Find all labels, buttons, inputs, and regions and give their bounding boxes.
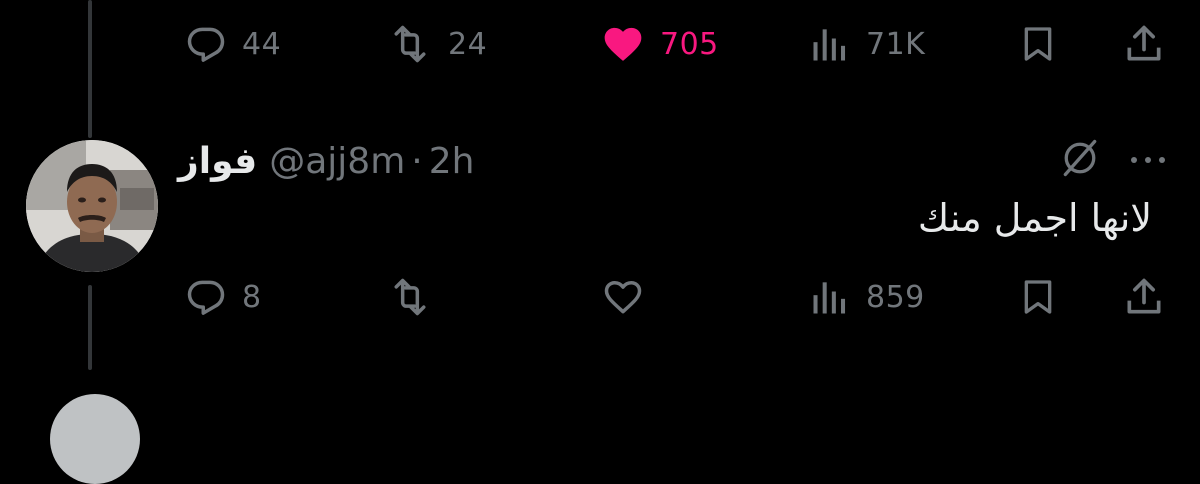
thread-line-bottom (88, 285, 92, 370)
retweet-icon (394, 278, 426, 316)
share-icon (1127, 278, 1161, 314)
handle[interactable]: @ajj8m (269, 141, 405, 182)
tweet-header: فواز @ajj8m · 2h (178, 136, 474, 186)
retweet-icon (394, 25, 426, 63)
views-count: 71K (866, 26, 926, 62)
retweet-button[interactable] (386, 267, 448, 327)
grok-icon[interactable] (1058, 136, 1102, 180)
next-reply-avatar[interactable] (50, 394, 140, 484)
like-button[interactable]: 705 (600, 14, 719, 74)
share-button[interactable] (1122, 14, 1166, 74)
heart-icon (604, 280, 642, 314)
bookmark-button[interactable] (1018, 14, 1058, 74)
tweet-text: لانها اجمل منك (917, 196, 1152, 240)
timestamp[interactable]: 2h (429, 141, 475, 182)
reply-count: 8 (242, 279, 262, 315)
share-icon (1127, 25, 1161, 61)
display-name[interactable]: فواز (178, 141, 257, 182)
like-button[interactable] (600, 267, 660, 327)
views-button[interactable]: 71K (808, 14, 925, 74)
more-icon[interactable] (1124, 148, 1172, 172)
heart-icon (604, 27, 642, 61)
avatar[interactable] (26, 140, 158, 272)
thread-line-top (88, 0, 92, 138)
bookmark-icon (1024, 280, 1052, 314)
tweet-action-bar: 8 859 (180, 267, 1170, 327)
views-icon (813, 282, 846, 314)
retweet-count: 24 (448, 26, 488, 62)
retweet-button[interactable]: 24 (386, 14, 487, 74)
reply-icon (187, 27, 225, 62)
bookmark-icon (1024, 27, 1052, 61)
bookmark-button[interactable] (1018, 267, 1058, 327)
header-separator: · (411, 140, 423, 182)
share-button[interactable] (1122, 267, 1166, 327)
reply-button[interactable]: 8 (184, 267, 262, 327)
views-icon (813, 29, 846, 61)
like-count: 705 (660, 26, 719, 62)
reply-count: 44 (242, 26, 282, 62)
reply-button[interactable]: 44 (184, 14, 281, 74)
views-count: 859 (866, 279, 925, 315)
views-button[interactable]: 859 (808, 267, 925, 327)
reply-icon (187, 280, 225, 315)
previous-tweet-action-bar: 44 24 705 71K (180, 14, 1170, 74)
avatar-photo (26, 140, 158, 272)
